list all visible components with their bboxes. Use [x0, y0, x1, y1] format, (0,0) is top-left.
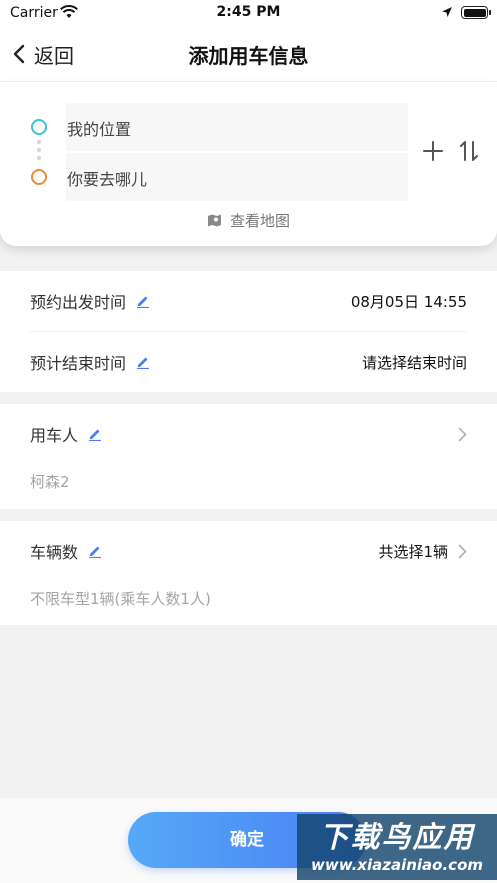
location-arrow-icon [442, 7, 452, 17]
vehicle-count-section: 车辆数 共选择1辆 不限车型1辆(乘车人数1人) [0, 521, 497, 625]
depart-time-row[interactable]: 预约出发时间 08月05日 14:55 [30, 271, 467, 331]
map-icon [207, 214, 221, 227]
edit-pencil-icon [137, 357, 150, 369]
watermark-main: 下载鸟应用 [319, 820, 475, 854]
watermark-url: www.xiazainiao.com [310, 856, 484, 874]
battery-icon [461, 6, 491, 19]
add-stop-icon[interactable] [422, 140, 444, 162]
vehicle-count-row[interactable]: 车辆数 共选择1辆 [30, 521, 467, 581]
navigation-bar: 返回 添加用车信息 [0, 26, 497, 82]
edit-pencil-icon [137, 296, 150, 308]
clock: 2:45 PM [216, 4, 281, 20]
page-title: 添加用车信息 [188, 44, 309, 68]
end-time-row[interactable]: 预计结束时间 请选择结束时间 [30, 332, 467, 392]
end-time-label: 预计结束时间 [30, 354, 127, 373]
end-time-value: 请选择结束时间 [361, 353, 467, 372]
chevron-right-icon [458, 544, 467, 558]
status-bar: Carrier 2:45 PM [0, 0, 497, 26]
edit-pencil-icon [89, 429, 102, 441]
car-user-section: 用车人 柯森2 [0, 404, 497, 509]
start-point-icon [31, 119, 47, 135]
chevron-right-icon [458, 427, 467, 441]
watermark-logo: 下载鸟应用 www.xiazainiao.com [297, 814, 497, 880]
car-user-row[interactable]: 用车人 [30, 404, 467, 464]
depart-time-label: 预约出发时间 [30, 293, 127, 312]
destination-input[interactable]: 你要去哪儿 [66, 153, 408, 201]
edit-pencil-icon [89, 546, 102, 558]
vehicle-count-label: 车辆数 [30, 543, 79, 562]
route-card: 我的位置 你要去哪儿 查看地图 [0, 82, 497, 246]
car-user-label: 用车人 [30, 426, 79, 445]
time-section: 预约出发时间 08月05日 14:55 预计结束时间 请选择结束时间 [0, 271, 497, 392]
car-user-name: 柯森2 [30, 473, 70, 491]
vehicle-count-value: 共选择1辆 [378, 542, 448, 561]
vehicle-detail: 不限车型1辆(乘车人数1人) [30, 590, 211, 608]
view-map-label: 查看地图 [229, 212, 290, 230]
route-connector [37, 140, 41, 164]
end-point-icon [31, 169, 47, 185]
swap-icon[interactable] [458, 140, 480, 162]
origin-input[interactable]: 我的位置 [66, 103, 408, 151]
depart-time-value: 08月05日 14:55 [350, 292, 467, 311]
view-map-link[interactable]: 查看地图 [0, 210, 497, 231]
